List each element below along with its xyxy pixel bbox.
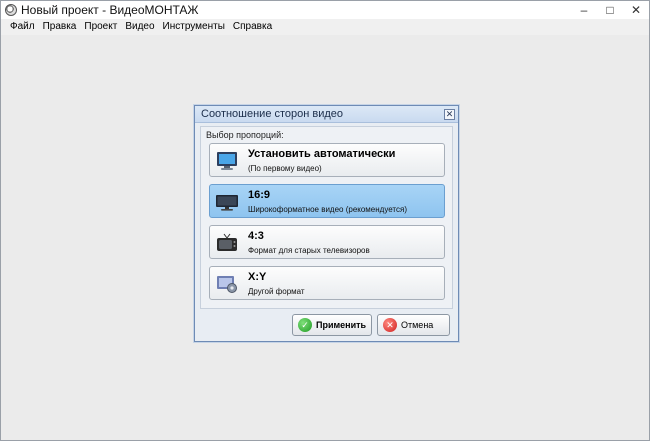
menu-video[interactable]: Видео: [121, 19, 158, 35]
minimize-button[interactable]: –: [571, 1, 597, 19]
aspect-ratio-dialog: Соотношение сторон видео ✕ Выбор пропорц…: [194, 105, 459, 342]
option-title: 4:3: [248, 230, 264, 242]
apply-label: Применить: [316, 320, 367, 330]
option-16-9[interactable]: 16:9 Широкоформатное видео (рекомендуетс…: [209, 184, 445, 218]
menu-bar: Файл Правка Проект Видео Инструменты Спр…: [1, 19, 649, 35]
title-bar: Новый проект - ВидеоМОНТАЖ – □ ✕: [1, 1, 649, 19]
option-title: X:Y: [248, 271, 267, 283]
old-tv-icon: [217, 233, 237, 251]
option-subtitle: Формат для старых телевизоров: [248, 246, 370, 255]
apply-button[interactable]: ✓ Применить: [292, 314, 372, 336]
menu-help[interactable]: Справка: [229, 19, 276, 35]
custom-format-icon: [217, 276, 237, 293]
dialog-title-bar: Соотношение сторон видео ✕: [195, 106, 458, 123]
dialog-close-button[interactable]: ✕: [444, 109, 455, 120]
checkmark-icon: ✓: [298, 318, 312, 332]
option-title: 16:9: [248, 189, 271, 201]
menu-project[interactable]: Проект: [80, 19, 121, 35]
option-subtitle: Широкоформатное видео (рекомендуется): [248, 205, 408, 214]
option-subtitle: Другой формат: [248, 287, 305, 296]
app-logo-icon: [5, 4, 17, 16]
maximize-button[interactable]: □: [597, 1, 623, 19]
menu-file[interactable]: Файл: [6, 19, 39, 35]
group-label: Выбор пропорций:: [206, 130, 284, 140]
window-controls: – □ ✕: [571, 1, 649, 19]
proportions-group: Выбор пропорций: Установить автоматическ…: [200, 126, 453, 309]
monitor-auto-icon: [217, 152, 237, 170]
dialog-title: Соотношение сторон видео: [201, 108, 344, 120]
cancel-button[interactable]: ✕ Отмена: [377, 314, 450, 336]
widescreen-monitor-icon: [216, 195, 238, 211]
app-window: Новый проект - ВидеоМОНТАЖ – □ ✕ Файл Пр…: [0, 0, 650, 441]
cancel-label: Отмена: [401, 320, 434, 330]
cancel-icon: ✕: [383, 318, 397, 332]
close-window-button[interactable]: ✕: [623, 1, 649, 19]
menu-edit[interactable]: Правка: [39, 19, 81, 35]
option-custom[interactable]: X:Y Другой формат: [209, 266, 445, 300]
option-subtitle: (По первому видео): [248, 164, 322, 173]
option-4-3[interactable]: 4:3 Формат для старых телевизоров: [209, 225, 445, 259]
menu-tools[interactable]: Инструменты: [159, 19, 229, 35]
window-title: Новый проект - ВидеоМОНТАЖ: [21, 3, 199, 17]
option-auto[interactable]: Установить автоматически (По первому вид…: [209, 143, 445, 177]
option-title: Установить автоматически: [248, 148, 396, 160]
